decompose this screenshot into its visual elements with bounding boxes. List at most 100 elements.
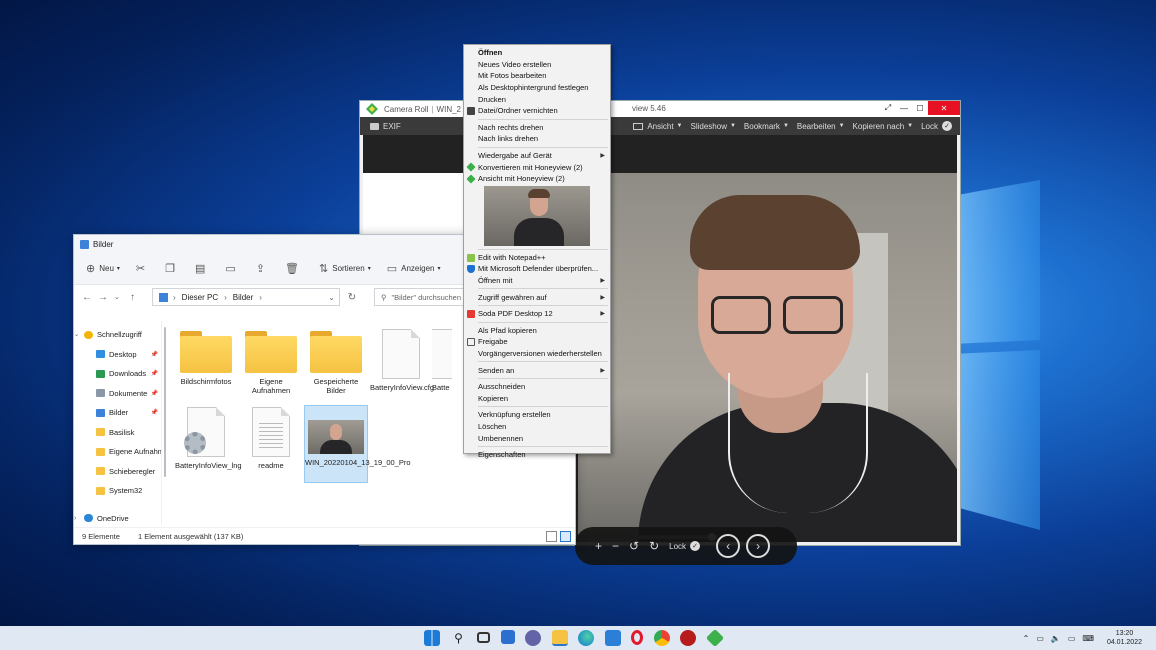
nav-item-schnellzugriff[interactable]: ⌄ Schnellzugriff <box>74 325 161 345</box>
battery-icon[interactable]: ▭ <box>1068 634 1076 643</box>
menu-item-send-to[interactable]: Senden an ▶ <box>464 364 610 376</box>
next-image-button[interactable]: › <box>746 534 771 558</box>
store-icon[interactable] <box>604 630 621 646</box>
file-item[interactable]: Bildschirmfotos <box>174 327 238 405</box>
volume-icon[interactable]: 🔈 <box>1051 634 1061 643</box>
menu-item-cast[interactable]: Wiedergabe auf Gerät ▶ <box>464 150 610 162</box>
new-button[interactable]: ⊕ Neu ▾ <box>86 262 120 275</box>
menu-item-copy-path[interactable]: Als Pfad kopieren <box>464 325 610 337</box>
nav-item-bilder[interactable]: Bilder 📌 <box>74 403 161 423</box>
chevron-up-icon[interactable]: ⌃ <box>1023 634 1030 643</box>
nav-item-onedrive[interactable]: › OneDrive <box>74 509 161 529</box>
refresh-icon[interactable]: ↻ <box>344 292 360 303</box>
menu-item-view-honeyview[interactable]: Ansicht mit Honeyview (2) <box>464 173 610 185</box>
edge-icon[interactable] <box>578 630 594 646</box>
close-button[interactable]: ✕ <box>928 101 960 115</box>
menu-item-print[interactable]: Drucken <box>464 93 610 105</box>
menu-item-shred[interactable]: Datei/Ordner vernichten <box>464 105 610 117</box>
app-icon[interactable] <box>680 630 696 646</box>
nav-item-basilisk[interactable]: Basilisk <box>74 423 161 443</box>
nav-item-downloads[interactable]: Downloads 📌 <box>74 364 161 384</box>
ansicht-menu[interactable]: Ansicht ▼ <box>633 122 683 131</box>
file-item[interactable]: Eigene Aufnahmen <box>239 327 303 405</box>
nav-scrollbar-thumb[interactable] <box>164 327 166 477</box>
menu-item-give-access[interactable]: Zugriff gewähren auf ▶ <box>464 291 610 303</box>
opera-icon[interactable] <box>631 630 643 645</box>
sort-button[interactable]: ⇅ Sortieren ▾ <box>319 262 371 275</box>
lock-control[interactable]: Lock ✓ <box>669 541 701 551</box>
slideshow-menu[interactable]: Slideshow ▼ <box>691 122 736 131</box>
breadcrumb-bilder[interactable]: Bilder <box>233 293 253 302</box>
menu-item-share[interactable]: Freigabe <box>464 336 610 348</box>
menu-item-copy[interactable]: Kopieren <box>464 392 610 404</box>
nav-item-desktop[interactable]: Desktop 📌 <box>74 345 161 365</box>
share-button[interactable]: ⇪ <box>256 262 269 275</box>
file-item[interactable]: BatteryInfoView_lng <box>174 405 242 483</box>
menu-item-properties[interactable]: Eigenschaften <box>464 449 610 461</box>
file-item[interactable]: Batte <box>432 327 452 405</box>
lock-toggle[interactable]: Lock ✓ <box>921 121 952 131</box>
file-item[interactable]: readme <box>239 405 303 483</box>
bookmark-menu[interactable]: Bookmark ▼ <box>744 122 789 131</box>
fullscreen-button[interactable]: ⤢ <box>880 101 896 115</box>
menu-item-rename[interactable]: Umbenennen <box>464 432 610 444</box>
menu-item-new-video[interactable]: Neues Video erstellen <box>464 59 610 71</box>
minimize-button[interactable]: — <box>896 101 912 115</box>
kopieren-nach-menu[interactable]: Kopieren nach ▼ <box>853 122 914 131</box>
menu-item-soda-pdf[interactable]: Soda PDF Desktop 12 ▶ <box>464 308 610 320</box>
widgets-icon[interactable] <box>500 630 515 644</box>
rotate-left-icon[interactable]: ↺ <box>629 539 639 553</box>
file-explorer-icon[interactable] <box>551 630 568 646</box>
file-item[interactable]: BatteryInfoView.cfg <box>369 327 434 405</box>
up-arrow-icon[interactable]: ↑ <box>130 292 146 303</box>
menu-item-open[interactable]: Öffnen <box>464 47 610 59</box>
honeyview-icon[interactable] <box>705 628 724 648</box>
cut-button[interactable]: ✂ <box>136 262 149 275</box>
nav-item-eigene-aufnahmen[interactable]: Eigene Aufnahmen <box>74 442 161 462</box>
menu-item-cut[interactable]: Ausschneiden <box>464 381 610 393</box>
clock[interactable]: 13:20 04.01.2022 <box>1107 629 1142 647</box>
file-item[interactable]: Gespeicherte Bilder <box>304 327 368 405</box>
menu-item-convert-honeyview[interactable]: Konvertieren mit Honeyview (2) <box>464 161 610 173</box>
windows-start-icon[interactable] <box>424 630 440 646</box>
menu-item-open-with[interactable]: Öffnen mit ▶ <box>464 275 610 287</box>
forward-arrow-icon[interactable]: → <box>98 292 114 303</box>
zoom-in-icon[interactable]: + <box>595 539 602 553</box>
address-dropdown-icon[interactable]: ⌄ <box>328 293 335 302</box>
menu-item-edit-photos[interactable]: Mit Fotos bearbeiten <box>464 70 610 82</box>
recent-locations-icon[interactable]: ⌄ <box>114 293 130 301</box>
menu-item-notepad[interactable]: Edit with Notepad++ <box>464 252 610 264</box>
maximize-button[interactable]: ☐ <box>912 101 928 115</box>
rotate-right-icon[interactable]: ↻ <box>649 539 659 553</box>
bearbeiten-menu[interactable]: Bearbeiten ▼ <box>797 122 845 131</box>
nav-item-dokumente[interactable]: Dokumente 📌 <box>74 384 161 404</box>
menu-item-delete[interactable]: Löschen <box>464 421 610 433</box>
nav-item-system32[interactable]: System32 <box>74 481 161 501</box>
view-button[interactable]: ▭ Anzeigen ▾ <box>387 262 441 275</box>
large-icons-view-icon[interactable] <box>560 530 571 542</box>
back-arrow-icon[interactable]: ← <box>82 292 98 303</box>
rename-button[interactable]: ▭ <box>225 262 239 275</box>
menu-item-set-wallpaper[interactable]: Als Desktophintergrund festlegen <box>464 82 610 94</box>
menu-item-rotate-right[interactable]: Nach rechts drehen <box>464 122 610 134</box>
address-bar[interactable]: › Dieser PC › Bilder › ⌄ <box>152 288 340 306</box>
file-item-selected[interactable]: WIN_20220104_13_19_00_Pro <box>304 405 411 483</box>
network-icon[interactable]: ▭ <box>1036 634 1044 643</box>
copy-button[interactable]: ❐ <box>165 262 179 275</box>
menu-item-restore-versions[interactable]: Vorgängerversionen wiederherstellen <box>464 348 610 360</box>
language-icon[interactable]: ⌨ <box>1082 634 1094 643</box>
previous-image-button[interactable]: ‹ <box>716 534 741 558</box>
delete-button[interactable]: 🗑 <box>285 262 303 275</box>
search-icon[interactable]: ⚲ <box>451 630 467 646</box>
paste-button[interactable]: ▤ <box>195 262 209 275</box>
teams-chat-icon[interactable] <box>525 630 541 646</box>
task-view-icon[interactable] <box>477 632 490 643</box>
menu-item-create-shortcut[interactable]: Verknüpfung erstellen <box>464 409 610 421</box>
chrome-icon[interactable] <box>653 630 670 646</box>
breadcrumb-dieser-pc[interactable]: Dieser PC <box>182 293 218 302</box>
menu-item-rotate-left[interactable]: Nach links drehen <box>464 133 610 145</box>
zoom-out-icon[interactable]: − <box>612 539 619 553</box>
details-view-icon[interactable] <box>546 530 557 542</box>
menu-item-defender[interactable]: Mit Microsoft Defender überprüfen... <box>464 263 610 275</box>
nav-item-schieberegler[interactable]: Schieberegler <box>74 462 161 482</box>
